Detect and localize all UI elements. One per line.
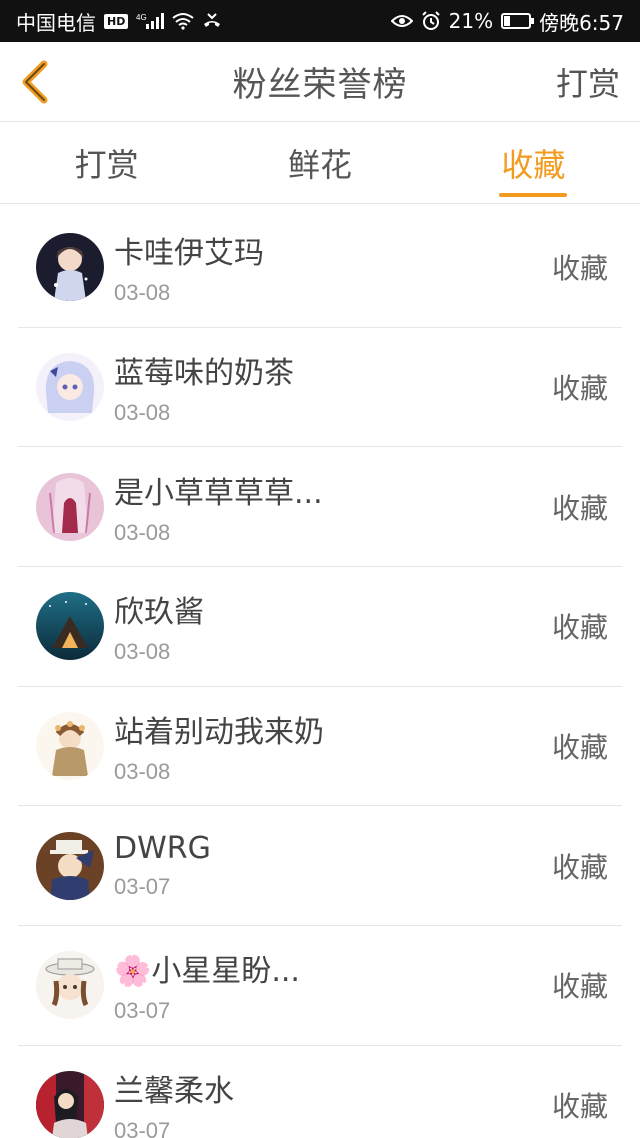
avatar bbox=[36, 712, 104, 781]
action-type-label: 收藏 bbox=[551, 611, 608, 645]
tab-favorites[interactable]: 收藏 bbox=[427, 122, 640, 203]
list-item[interactable]: 卡哇伊艾玛 03-08 收藏 bbox=[18, 208, 622, 328]
fan-name: 卡哇伊艾玛 bbox=[114, 236, 264, 272]
fan-date: 03-08 bbox=[114, 400, 171, 426]
avatar bbox=[36, 592, 104, 661]
status-left: 中国电信 HD 4G bbox=[16, 7, 222, 36]
wifi-icon bbox=[172, 12, 194, 30]
cellular-signal-icon: 4G bbox=[136, 12, 165, 30]
action-type-label: 收藏 bbox=[551, 970, 608, 1004]
tab-flowers[interactable]: 鲜花 bbox=[213, 122, 426, 203]
hd-icon: HD bbox=[104, 13, 129, 29]
chevron-left-icon bbox=[22, 60, 48, 104]
fan-name: 欣玖酱 bbox=[114, 595, 204, 631]
avatar bbox=[36, 472, 104, 541]
status-right: 21% 傍晚6:57 bbox=[390, 7, 624, 36]
nav-bar: 粉丝荣誉榜 打赏 bbox=[0, 42, 640, 122]
missed-call-icon bbox=[202, 12, 222, 30]
fan-name: DWRG bbox=[114, 831, 211, 867]
tab-bar: 打赏 鲜花 收藏 bbox=[0, 122, 640, 204]
list-item[interactable]: 蓝莓味的奶茶 03-08 收藏 bbox=[18, 328, 622, 448]
list-item[interactable]: DWRG 03-07 收藏 bbox=[18, 806, 622, 927]
status-bar: 中国电信 HD 4G 21% 傍晚6:57 bbox=[0, 0, 640, 42]
page-title: 粉丝荣誉榜 bbox=[232, 65, 408, 105]
avatar bbox=[36, 353, 104, 422]
action-type-label: 收藏 bbox=[551, 491, 608, 525]
fan-date: 03-07 bbox=[114, 998, 171, 1024]
fan-list: 卡哇伊艾玛 03-08 收藏 蓝莓味的奶茶 03-08 收藏 是小草草草草...… bbox=[0, 204, 640, 1138]
action-type-label: 收藏 bbox=[551, 1090, 608, 1124]
svg-text:4G: 4G bbox=[136, 13, 147, 22]
list-item[interactable]: 兰馨柔水 03-07 收藏 bbox=[18, 1046, 622, 1138]
clock-time: 傍晚6:57 bbox=[539, 10, 624, 35]
eye-comfort-icon bbox=[390, 13, 413, 29]
carrier-label: 中国电信 bbox=[16, 10, 96, 35]
alarm-icon bbox=[421, 11, 441, 31]
list-item[interactable]: 🌸小星星盼... 03-07 收藏 bbox=[18, 926, 622, 1046]
action-type-label: 收藏 bbox=[551, 850, 608, 884]
avatar bbox=[36, 233, 104, 302]
fan-date: 03-08 bbox=[114, 759, 171, 785]
battery-percent: 21% bbox=[448, 9, 494, 33]
fan-date: 03-07 bbox=[114, 874, 171, 900]
list-item[interactable]: 站着别动我来奶 03-08 收藏 bbox=[18, 687, 622, 807]
fan-name: 蓝莓味的奶茶 bbox=[114, 356, 294, 392]
action-type-label: 收藏 bbox=[551, 731, 608, 765]
fan-date: 03-08 bbox=[114, 280, 171, 306]
fan-date: 03-08 bbox=[114, 639, 171, 665]
avatar bbox=[36, 831, 104, 900]
fan-name: 兰馨柔水 bbox=[114, 1074, 234, 1110]
fan-name: 🌸小星星盼... bbox=[114, 954, 300, 990]
reward-button[interactable]: 打赏 bbox=[556, 59, 620, 105]
fan-name: 是小草草草草... bbox=[114, 475, 323, 511]
fan-date: 03-07 bbox=[114, 1118, 171, 1138]
list-item[interactable]: 欣玖酱 03-08 收藏 bbox=[18, 567, 622, 687]
action-type-label: 收藏 bbox=[551, 372, 608, 406]
back-button[interactable] bbox=[16, 60, 56, 104]
action-type-label: 收藏 bbox=[551, 252, 608, 286]
battery-icon bbox=[501, 13, 535, 29]
fan-name: 站着别动我来奶 bbox=[114, 715, 324, 751]
avatar bbox=[36, 951, 104, 1020]
list-item[interactable]: 是小草草草草... 03-08 收藏 bbox=[18, 447, 622, 568]
tab-reward[interactable]: 打赏 bbox=[0, 122, 213, 203]
fan-date: 03-08 bbox=[114, 519, 171, 545]
avatar bbox=[36, 1071, 104, 1138]
